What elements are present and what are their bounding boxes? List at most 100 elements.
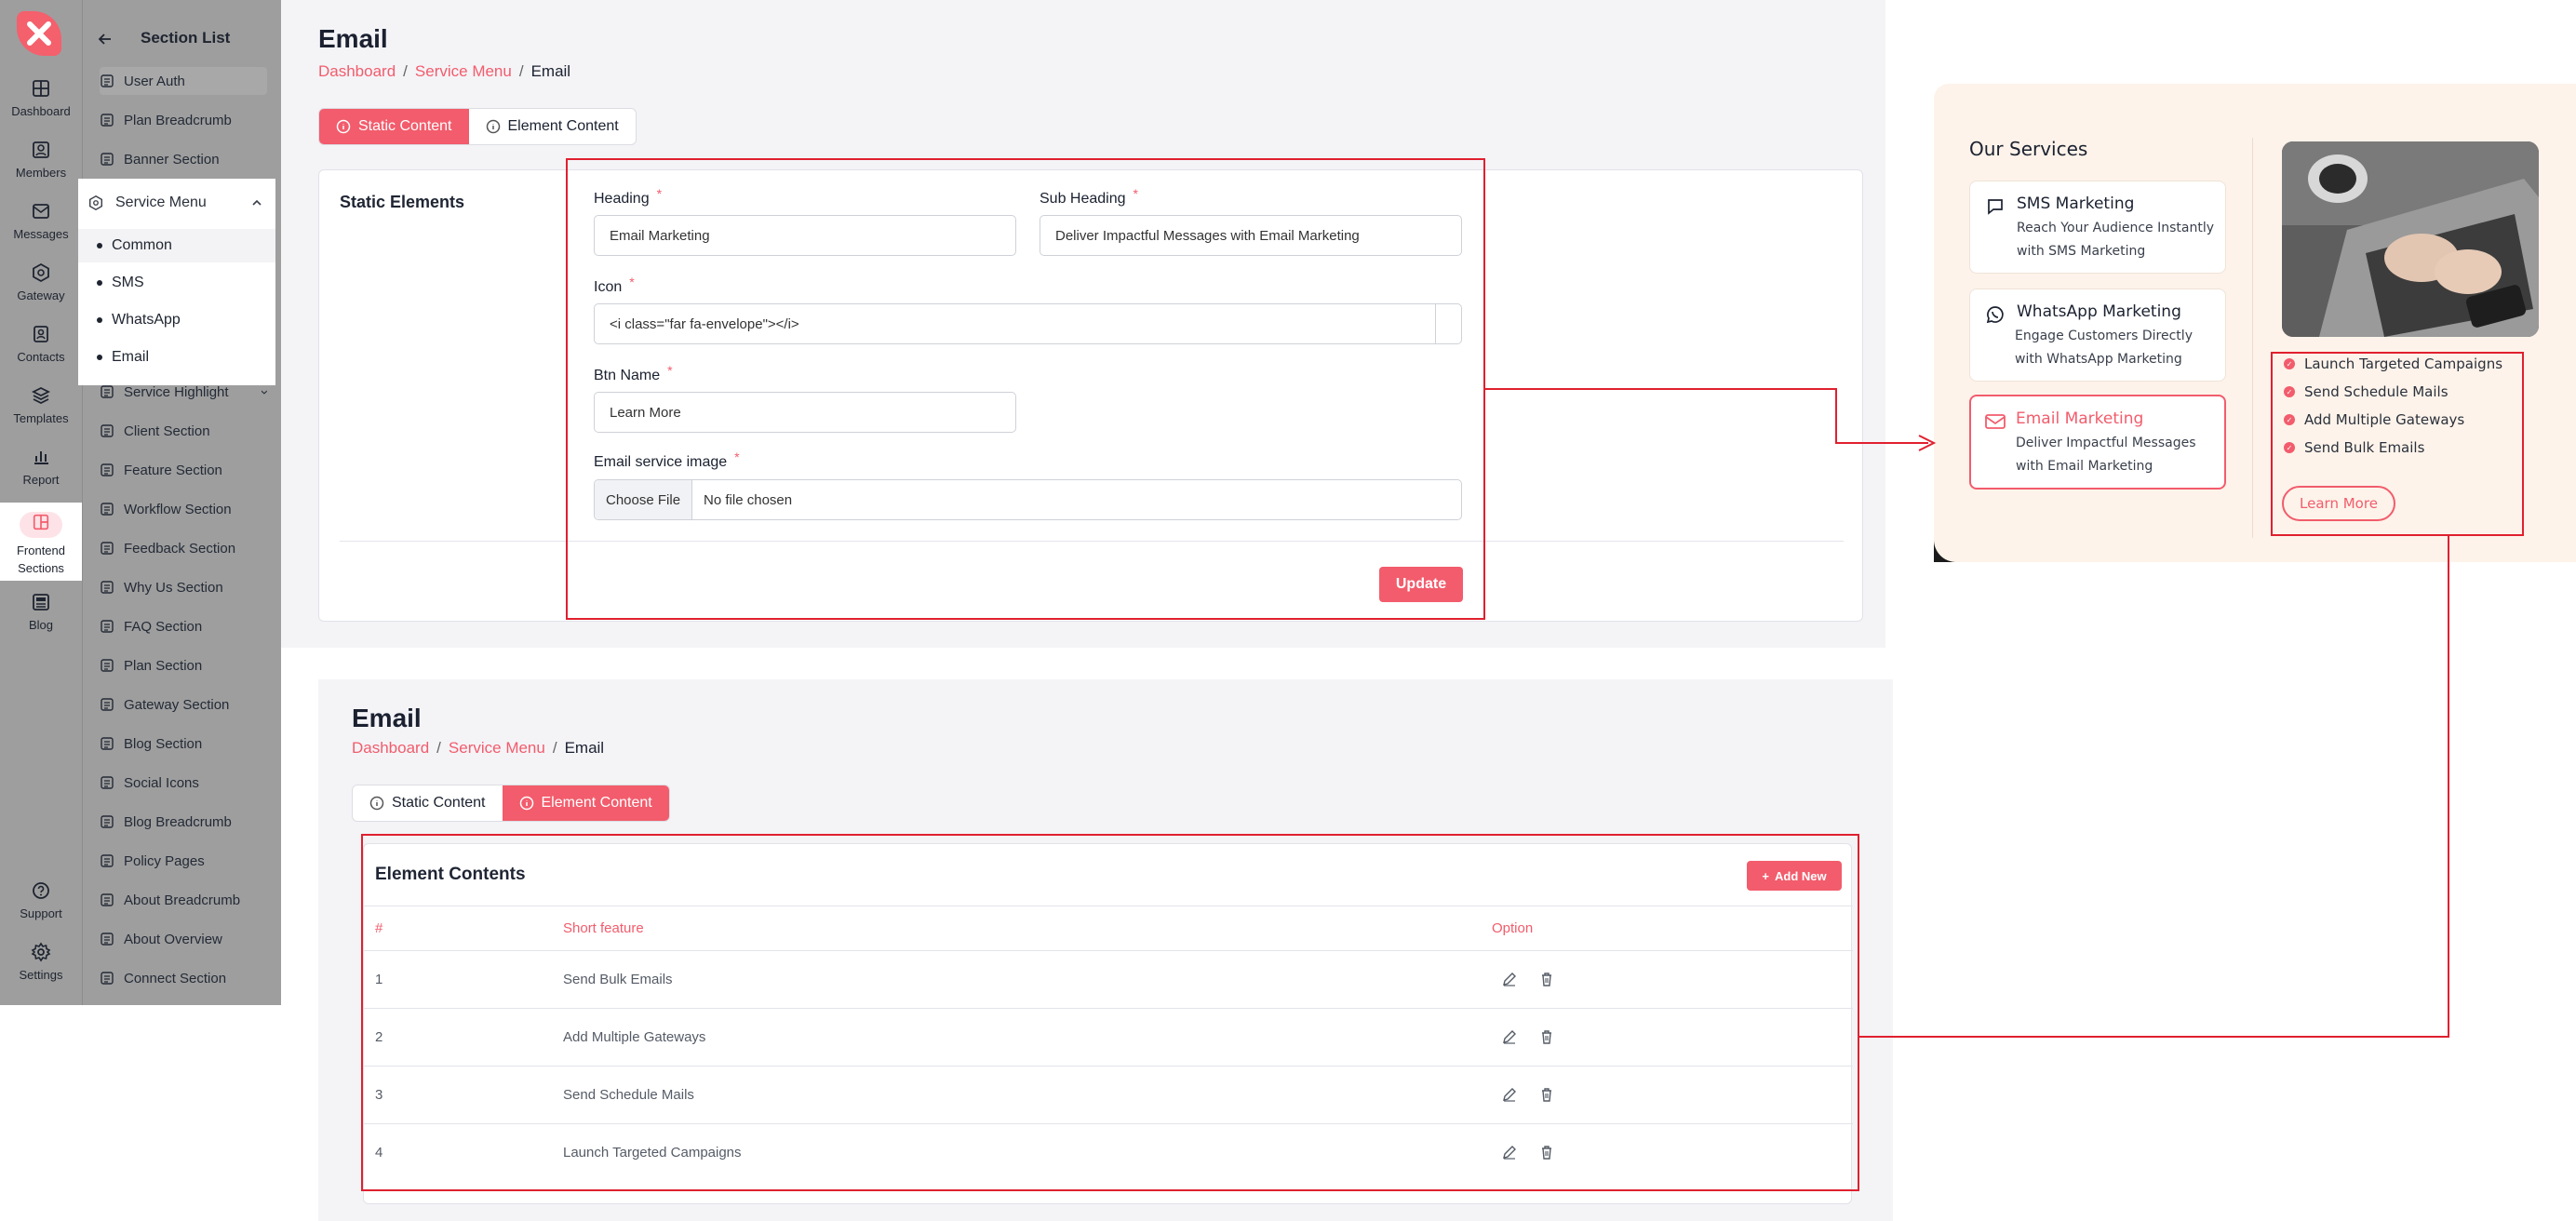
- section-icon: [101, 542, 114, 555]
- section-item[interactable]: Workflow Section: [100, 495, 267, 523]
- section-item-label: Why Us Section: [124, 579, 223, 596]
- section-item[interactable]: Feedback Section: [100, 534, 267, 562]
- rail-gateway[interactable]: Gateway: [0, 262, 82, 302]
- rail-label: Frontend: [16, 543, 66, 557]
- service-menu-header[interactable]: Service Menu: [78, 179, 275, 227]
- rail-report[interactable]: Report: [0, 447, 82, 487]
- user-card-icon: [33, 141, 49, 158]
- rail-contacts[interactable]: Contacts: [0, 324, 82, 364]
- section-list-panel: Section List User Auth Plan Breadcrumb Ban…: [82, 0, 281, 1005]
- section-item[interactable]: Banner Section: [100, 145, 267, 173]
- breadcrumb-current: Email: [530, 62, 571, 80]
- laptop-photo: [2282, 141, 2539, 337]
- service-card-email[interactable]: Email Marketing Deliver Impactful Messag…: [1969, 395, 2226, 490]
- service-menu-label: Service Menu: [115, 195, 207, 210]
- icon-rail: Dashboard Members Messages Gateway Conta…: [0, 0, 82, 1005]
- section-item-label: User Auth: [124, 73, 185, 89]
- breadcrumb-dashboard[interactable]: Dashboard: [352, 739, 429, 758]
- tab-label: Static Content: [392, 795, 486, 811]
- section-item[interactable]: Client Section: [100, 417, 267, 445]
- rail-blog[interactable]: Blog: [0, 592, 82, 632]
- envelope-icon: [1985, 414, 2006, 429]
- section-item-label: About Overview: [124, 931, 222, 947]
- service-title: SMS Marketing: [2017, 195, 2135, 213]
- section-item-label: About Breadcrumb: [124, 892, 241, 908]
- breadcrumb-service-menu[interactable]: Service Menu: [449, 739, 545, 758]
- submenu-item-email[interactable]: Email: [78, 341, 275, 374]
- tab-label: Static Content: [358, 118, 452, 134]
- section-icon: [101, 815, 114, 828]
- rail-dashboard[interactable]: Dashboard: [0, 78, 82, 118]
- section-item[interactable]: Plan Section: [100, 651, 267, 679]
- service-menu-submenu: Service Menu Common SMS WhatsApp Email: [78, 179, 275, 385]
- submenu-label: SMS: [112, 275, 144, 290]
- rail-label: Report: [22, 473, 60, 487]
- submenu-label: Common: [112, 237, 172, 253]
- section-icon: [101, 153, 114, 166]
- rail-members[interactable]: Members: [0, 140, 82, 180]
- rail-frontend-sections[interactable]: Frontend Sections: [0, 503, 82, 581]
- connector-line: [1835, 442, 1928, 444]
- section-item[interactable]: Why Us Section: [100, 573, 267, 601]
- rail-label: Gateway: [17, 288, 65, 302]
- service-desc: Reach Your Audience Instantly with SMS Ma…: [2017, 221, 2215, 259]
- rail-templates[interactable]: Templates: [0, 385, 82, 425]
- section-item[interactable]: Gateway Section: [100, 691, 267, 718]
- mail-icon: [33, 204, 49, 219]
- annotation-box-features: [2271, 352, 2524, 536]
- section-item[interactable]: Plan Breadcrumb: [100, 106, 267, 134]
- rail-support[interactable]: Support: [0, 880, 82, 920]
- help-icon: [33, 882, 49, 899]
- section-icon: [101, 74, 114, 87]
- section-item[interactable]: Blog Breadcrumb: [100, 808, 267, 836]
- submenu-item-whatsapp[interactable]: WhatsApp: [78, 303, 275, 337]
- breadcrumb-service-menu[interactable]: Service Menu: [415, 62, 512, 81]
- section-item-label: Blog Breadcrumb: [124, 813, 232, 830]
- section-item[interactable]: Feature Section: [100, 456, 267, 484]
- rail-label: Settings: [19, 968, 63, 982]
- section-item[interactable]: FAQ Section: [100, 612, 267, 640]
- info-icon: [336, 119, 351, 134]
- breadcrumb-dashboard[interactable]: Dashboard: [318, 62, 396, 81]
- tab-static-content[interactable]: Static Content: [353, 785, 503, 821]
- submenu-item-sms[interactable]: SMS: [78, 266, 275, 300]
- section-icon: [101, 854, 114, 867]
- section-icon: [101, 698, 114, 711]
- rail-messages[interactable]: Messages: [0, 201, 82, 241]
- tab-element-content[interactable]: Element Content: [502, 785, 669, 821]
- section-item-label: Client Section: [124, 423, 210, 439]
- layers-icon: [31, 386, 51, 405]
- section-item-label: FAQ Section: [124, 618, 203, 635]
- section-item[interactable]: Blog Section: [100, 730, 267, 758]
- section-item[interactable]: Social Icons: [100, 769, 267, 797]
- annotation-box-static-form: [566, 158, 1485, 620]
- rail-label: Messages: [13, 227, 69, 241]
- section-item-label: Plan Breadcrumb: [124, 112, 232, 128]
- tab-static-content[interactable]: Static Content: [319, 109, 469, 144]
- card-title: Static Elements: [340, 193, 465, 211]
- section-item[interactable]: Policy Pages: [100, 847, 267, 875]
- section-item[interactable]: About Overview: [100, 925, 267, 953]
- service-desc: Engage Customers Directly with WhatsApp M…: [2015, 329, 2193, 367]
- submenu-item-common[interactable]: Common: [78, 229, 275, 262]
- grid-icon: [33, 80, 49, 97]
- breadcrumb-current: Email: [564, 739, 605, 757]
- section-item[interactable]: Connect Section: [100, 964, 267, 992]
- info-icon: [519, 796, 533, 811]
- rail-settings[interactable]: Settings: [0, 942, 82, 982]
- service-card-whatsapp[interactable]: WhatsApp Marketing Engage Customers Dire…: [1969, 288, 2226, 382]
- layout-icon: [33, 514, 49, 530]
- back-arrow-icon[interactable]: [96, 30, 114, 48]
- service-card-sms[interactable]: SMS Marketing Reach Your Audience Instan…: [1969, 181, 2226, 274]
- app-logo[interactable]: [17, 11, 61, 56]
- section-item[interactable]: User Auth: [100, 67, 267, 95]
- submenu-label: Email: [112, 349, 150, 365]
- tab-element-content[interactable]: Element Content: [469, 109, 636, 144]
- rail-label: Templates: [13, 411, 69, 425]
- page-title: Email: [352, 704, 422, 732]
- section-icon: [101, 581, 114, 594]
- rail-label: Blog: [28, 618, 54, 632]
- section-icon: [101, 503, 114, 516]
- section-item[interactable]: About Breadcrumb: [100, 886, 267, 914]
- section-icon: [101, 893, 114, 906]
